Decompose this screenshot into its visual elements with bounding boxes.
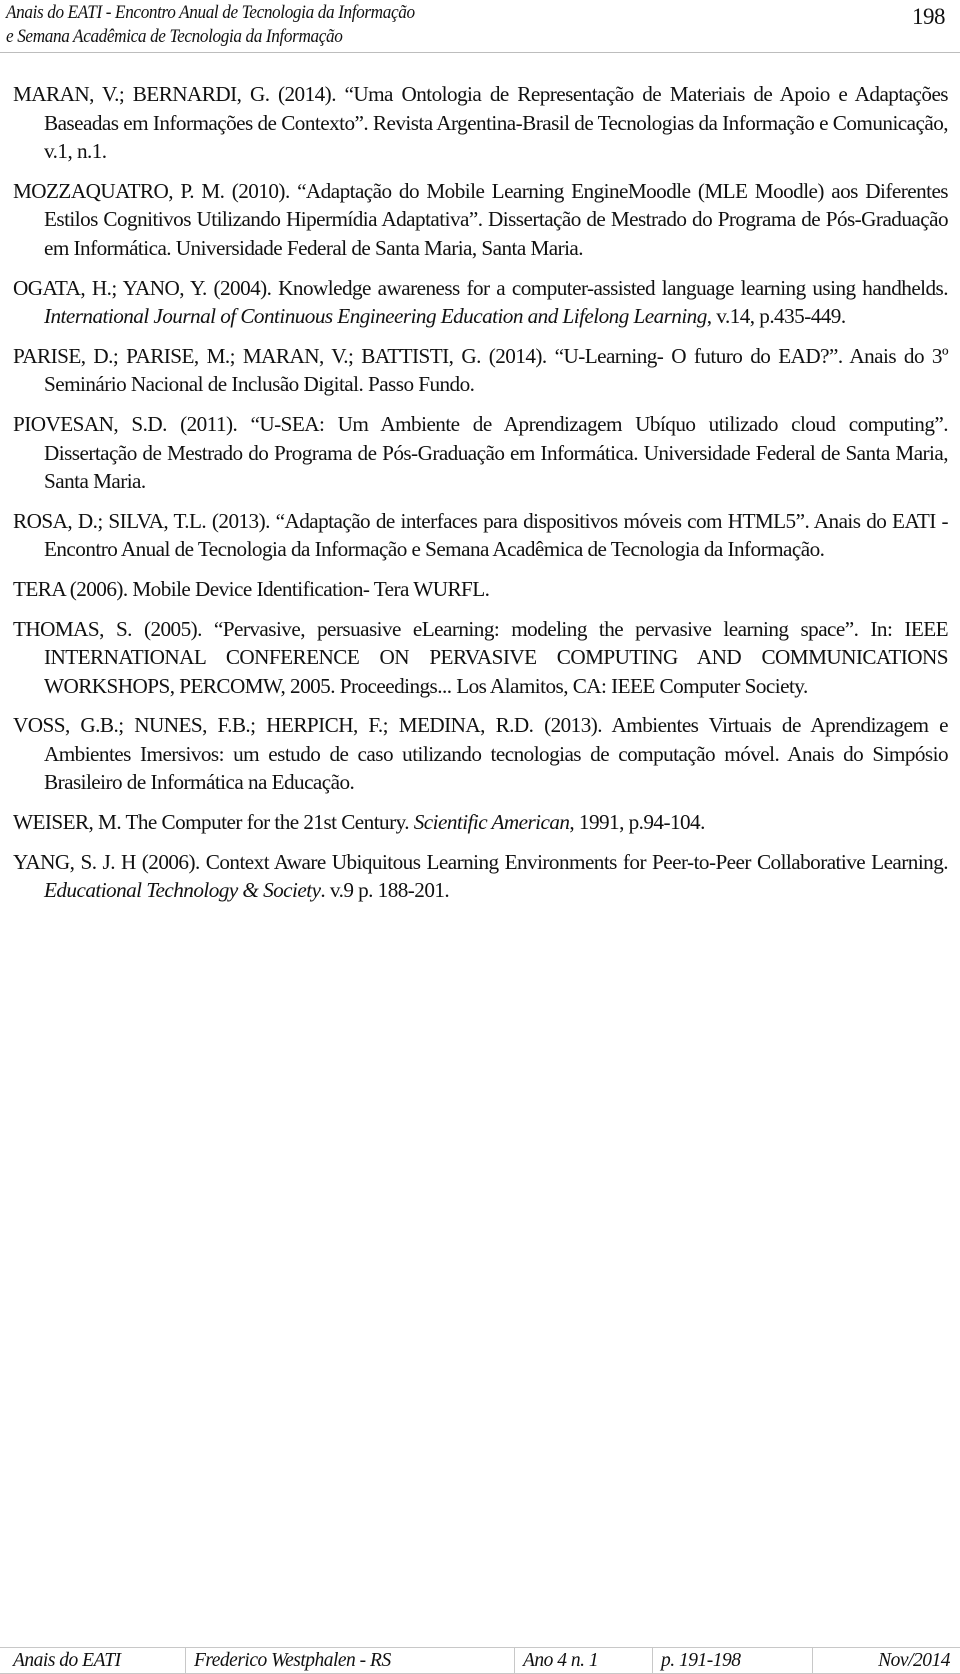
reference-text: WEISER, M. The Computer for the 21st Cen… bbox=[13, 810, 414, 835]
reference-text: PIOVESAN, S.D. (2011). “U-SEA: Um Ambien… bbox=[13, 411, 949, 494]
reference-text: YANG, S. J. H (2006). Context Aware Ubiq… bbox=[13, 849, 949, 874]
reference-text: MARAN, V.; BERNARDI, G. (2014). “Uma Ont… bbox=[13, 82, 949, 164]
reference-text: , 1991, p.94-104. bbox=[569, 810, 705, 835]
reference-entry: ROSA, D.; SILVA, T.L. (2013). “Adaptação… bbox=[13, 507, 949, 564]
reference-list: MARAN, V.; BERNARDI, G. (2014). “Uma Ont… bbox=[13, 80, 949, 916]
reference-text: MOZZAQUATRO, P. M. (2010). “Adaptação do… bbox=[13, 178, 949, 260]
reference-text: OGATA, H.; YANO, Y. (2004). Knowledge aw… bbox=[13, 275, 949, 300]
reference-text: ROSA, D.; SILVA, T.L. (2013). “Adaptação… bbox=[13, 508, 949, 562]
reference-text: . v.9 p. 188-201. bbox=[320, 878, 450, 903]
page-number: 198 bbox=[912, 4, 946, 29]
reference-entry: VOSS, G.B.; NUNES, F.B.; HERPICH, F.; ME… bbox=[13, 711, 949, 797]
reference-entry: THOMAS, S. (2005). “Pervasive, persuasiv… bbox=[13, 615, 949, 701]
footer-date: Nov/2014 bbox=[878, 1650, 950, 1671]
reference-text: VOSS, G.B.; NUNES, F.B.; HERPICH, F.; ME… bbox=[13, 713, 949, 795]
reference-source-title: Educational Technology & Society bbox=[44, 878, 321, 903]
reference-source-title: International Journal of Continuous Engi… bbox=[44, 304, 707, 329]
reference-text: PARISE, D.; PARISE, M.; MARAN, V.; BATTI… bbox=[13, 343, 949, 397]
reference-entry: PARISE, D.; PARISE, M.; MARAN, V.; BATTI… bbox=[13, 342, 949, 399]
reference-text: , v.14, p.435-449. bbox=[706, 304, 846, 329]
reference-text: TERA (2006). Mobile Device Identificatio… bbox=[13, 576, 490, 601]
footer-volume: Ano 4 n. 1 bbox=[515, 1648, 653, 1673]
journal-title-line-1: Anais do EATI - Encontro Anual de Tecnol… bbox=[6, 3, 415, 23]
reference-entry: MOZZAQUATRO, P. M. (2010). “Adaptação do… bbox=[13, 177, 949, 263]
journal-title: Anais do EATI - Encontro Anual de Tecnol… bbox=[6, 1, 415, 49]
reference-entry: WEISER, M. The Computer for the 21st Cen… bbox=[13, 808, 948, 837]
reference-entry: OGATA, H.; YANO, Y. (2004). Knowledge aw… bbox=[13, 274, 949, 331]
reference-entry: PIOVESAN, S.D. (2011). “U-SEA: Um Ambien… bbox=[13, 410, 949, 496]
reference-entry: MARAN, V.; BERNARDI, G. (2014). “Uma Ont… bbox=[13, 80, 949, 166]
reference-text: THOMAS, S. (2005). “Pervasive, persuasiv… bbox=[13, 616, 949, 698]
journal-title-line-2: e Semana Acadêmica de Tecnologia da Info… bbox=[6, 27, 343, 47]
footer-journal: Anais do EATI bbox=[0, 1648, 186, 1673]
running-footer: Anais do EATI Frederico Westphalen - RS … bbox=[0, 1647, 960, 1674]
reference-entry: YANG, S. J. H (2006). Context Aware Ubiq… bbox=[13, 848, 949, 905]
footer-pages: p. 191-198 bbox=[653, 1648, 813, 1673]
footer-location: Frederico Westphalen - RS bbox=[186, 1648, 515, 1673]
reference-entry: TERA (2006). Mobile Device Identificatio… bbox=[13, 575, 948, 604]
running-header: Anais do EATI - Encontro Anual de Tecnol… bbox=[0, 0, 960, 53]
reference-source-title: Scientific American bbox=[413, 810, 570, 835]
